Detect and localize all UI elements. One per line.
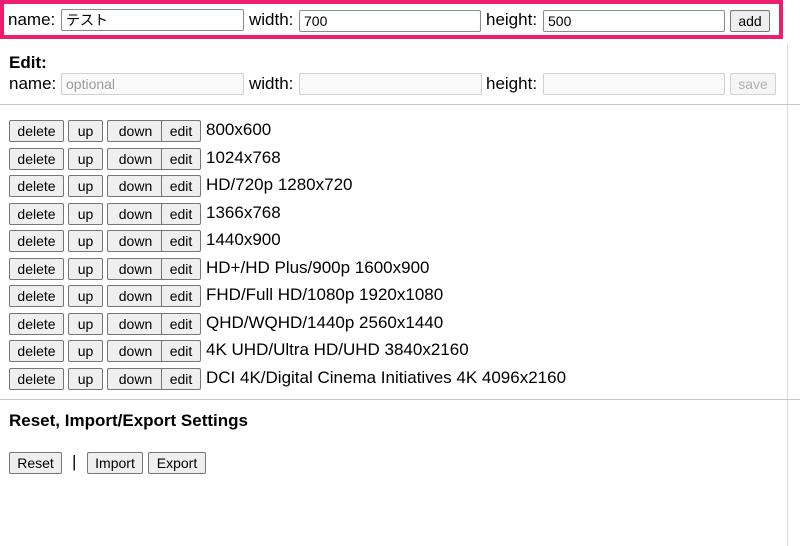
resolution-label: 1440x900 <box>206 230 281 249</box>
edit-button[interactable]: edit <box>161 120 201 142</box>
down-button[interactable]: down <box>107 285 164 307</box>
up-button[interactable]: up <box>68 313 103 335</box>
up-button[interactable]: up <box>68 285 103 307</box>
delete-button[interactable]: delete <box>9 148 64 170</box>
resolution-label: 1024x768 <box>206 148 281 167</box>
delete-button[interactable]: delete <box>9 313 64 335</box>
delete-button[interactable]: delete <box>9 230 64 252</box>
edit-button[interactable]: edit <box>161 313 201 335</box>
edit-width-label: width: <box>249 74 294 93</box>
up-button[interactable]: up <box>68 230 103 252</box>
settings-heading: Reset, Import/Export Settings <box>9 411 248 430</box>
edit-button[interactable]: edit <box>161 285 201 307</box>
edit-button[interactable]: edit <box>161 340 201 362</box>
add-height-label: height: <box>486 10 538 29</box>
down-button[interactable]: down <box>107 340 164 362</box>
edit-button[interactable]: edit <box>161 175 201 197</box>
resolution-label: QHD/WQHD/1440p 2560x1440 <box>206 313 444 332</box>
divider <box>0 399 800 400</box>
resolution-label: 1366x768 <box>206 203 281 222</box>
down-button[interactable]: down <box>107 230 164 252</box>
add-button[interactable]: add <box>730 10 770 32</box>
up-button[interactable]: up <box>68 175 103 197</box>
down-button[interactable]: down <box>107 175 164 197</box>
divider <box>0 104 800 105</box>
edit-height-label: height: <box>486 74 538 93</box>
export-button[interactable]: Export <box>148 452 206 474</box>
up-button[interactable]: up <box>68 340 103 362</box>
resolution-label: HD/720p 1280x720 <box>206 175 353 194</box>
edit-button[interactable]: edit <box>161 230 201 252</box>
up-button[interactable]: up <box>68 258 103 280</box>
edit-button[interactable]: edit <box>161 203 201 225</box>
edit-name-input[interactable] <box>61 73 244 95</box>
resolution-label: 800x600 <box>206 120 272 139</box>
edit-name-label: name: <box>9 74 57 93</box>
down-button[interactable]: down <box>107 203 164 225</box>
up-button[interactable]: up <box>68 368 103 390</box>
up-button[interactable]: up <box>68 203 103 225</box>
up-button[interactable]: up <box>68 120 103 142</box>
delete-button[interactable]: delete <box>9 340 64 362</box>
import-button[interactable]: Import <box>87 452 143 474</box>
add-name-label: name: <box>8 10 56 29</box>
add-height-input[interactable] <box>543 10 725 32</box>
save-button[interactable]: save <box>730 73 776 95</box>
edit-height-input[interactable] <box>543 73 725 95</box>
delete-button[interactable]: delete <box>9 368 64 390</box>
edit-button[interactable]: edit <box>161 258 201 280</box>
reset-button[interactable]: Reset <box>9 452 62 474</box>
resolution-label: FHD/Full HD/1080p 1920x1080 <box>206 285 444 304</box>
edit-button[interactable]: edit <box>161 368 201 390</box>
delete-button[interactable]: delete <box>9 120 64 142</box>
up-button[interactable]: up <box>68 148 103 170</box>
resolution-label: HD+/HD Plus/900p 1600x900 <box>206 258 430 277</box>
delete-button[interactable]: delete <box>9 285 64 307</box>
down-button[interactable]: down <box>107 368 164 390</box>
edit-heading: Edit: <box>9 53 47 72</box>
down-button[interactable]: down <box>107 258 164 280</box>
edit-width-input[interactable] <box>299 73 482 95</box>
delete-button[interactable]: delete <box>9 175 64 197</box>
add-width-label: width: <box>249 10 294 29</box>
resolution-label: 4K UHD/Ultra HD/UHD 3840x2160 <box>206 340 469 359</box>
vertical-divider <box>787 43 788 546</box>
add-width-input[interactable] <box>299 10 481 32</box>
down-button[interactable]: down <box>107 148 164 170</box>
add-preset-form: name: width: height: add <box>0 0 783 39</box>
down-button[interactable]: down <box>107 313 164 335</box>
resolution-label: DCI 4K/Digital Cinema Initiatives 4K 409… <box>206 368 567 387</box>
separator: | <box>72 452 77 471</box>
add-name-input[interactable] <box>61 9 244 31</box>
edit-button[interactable]: edit <box>161 148 201 170</box>
delete-button[interactable]: delete <box>9 203 64 225</box>
down-button[interactable]: down <box>107 120 164 142</box>
delete-button[interactable]: delete <box>9 258 64 280</box>
